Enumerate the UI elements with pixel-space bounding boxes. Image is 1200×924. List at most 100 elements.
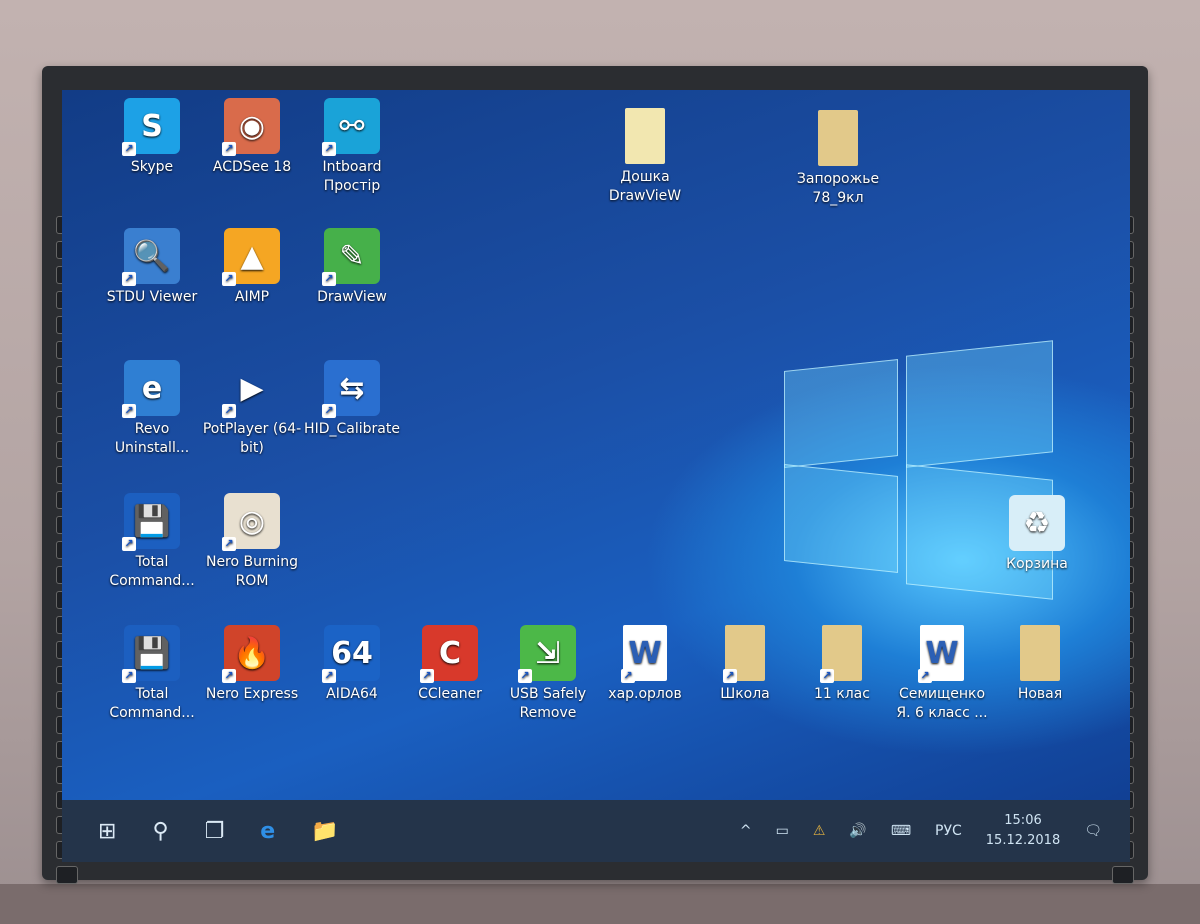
app-icon: ◎ ↗	[222, 493, 280, 551]
desktop-icon-label: STDU Viewer	[106, 289, 198, 305]
desktop-icon[interactable]: 💾 ↗ Total Command...	[102, 625, 202, 723]
desktop-icon[interactable]: ◉ ↗ ACDSee 18	[202, 98, 302, 177]
shortcut-arrow-icon: ↗	[222, 142, 236, 156]
time: 15:06	[1004, 813, 1042, 828]
folder-icon	[1020, 625, 1060, 681]
app-icon: ⇆ ↗	[322, 360, 380, 418]
desktop-icon-label: DrawView	[317, 289, 387, 305]
desktop-icon[interactable]: ▶ ↗ PotPlayer (64-bit)	[202, 360, 302, 458]
file-explorer-icon[interactable]: 📁	[311, 819, 338, 844]
shortcut-arrow-icon: ↗	[222, 404, 236, 418]
desktop-icon-label: USB Safely Remove	[509, 686, 587, 721]
desktop-icon-label: хар.орлов	[608, 686, 682, 702]
desktop-icon-label: 11 клас	[814, 686, 870, 702]
shortcut-arrow-icon: ↗	[322, 272, 336, 286]
shortcut-arrow-icon: ↗	[918, 669, 932, 683]
desktop-icon-label: AIDA64	[326, 686, 378, 702]
desktop-icon[interactable]: ↗ Школа	[695, 625, 795, 704]
desktop-icon-label: Семищенко Я. 6 класс ...	[896, 686, 988, 721]
desktop-icon[interactable]: ⇲ ↗ USB Safely Remove	[498, 625, 598, 723]
app-icon: ◉ ↗	[222, 98, 280, 156]
app-icon: S ↗	[122, 98, 180, 156]
shortcut-arrow-icon: ↗	[222, 272, 236, 286]
folder-icon	[818, 110, 858, 166]
whiteboard-hardware-button[interactable]	[56, 866, 78, 884]
desktop-icon[interactable]: ▲ ↗ AIMP	[202, 228, 302, 307]
clock[interactable]: 15:06 15.12.2018	[986, 811, 1060, 851]
logo-pane	[784, 359, 898, 468]
shortcut-arrow-icon: ↗	[621, 669, 635, 683]
language-indicator[interactable]: РУС	[935, 823, 962, 839]
desktop-icon[interactable]: ◎ ↗ Nero Burning ROM	[202, 493, 302, 591]
shortcut-arrow-icon: ↗	[122, 142, 136, 156]
task-view-button[interactable]: ❐	[205, 819, 225, 844]
desktop-icon-label: Корзина	[1006, 556, 1068, 572]
app-icon: ⇲ ↗	[518, 625, 576, 683]
app-icon: 💾 ↗	[122, 493, 180, 551]
app-icon: ▶ ↗	[222, 360, 280, 418]
app-icon: ✎ ↗	[322, 228, 380, 286]
desktop-icon-label: Skype	[130, 159, 174, 175]
desktop-icon-label: Новая	[1017, 686, 1063, 702]
desktop-icon-label: AIMP	[234, 289, 270, 305]
edge-icon[interactable]: e	[260, 819, 275, 844]
desktop-icon[interactable]: ♻ Корзина	[987, 495, 1087, 574]
app-icon: ⚯ ↗	[322, 98, 380, 156]
shortcut-arrow-icon: ↗	[222, 537, 236, 551]
desktop-icon[interactable]: 🔥 ↗ Nero Express	[202, 625, 302, 704]
app-icon: ▲ ↗	[222, 228, 280, 286]
desktop-icon[interactable]: 🔍 ↗ STDU Viewer	[102, 228, 202, 307]
search-button[interactable]: ⚲	[152, 819, 168, 844]
shortcut-arrow-icon: ↗	[723, 669, 737, 683]
desktop-icon[interactable]: 💾 ↗ Total Command...	[102, 493, 202, 591]
volume-icon[interactable]: 🔊	[849, 823, 866, 839]
shortcut-arrow-icon: ↗	[322, 669, 336, 683]
app-icon: 🔥 ↗	[222, 625, 280, 683]
app-icon: 💾 ↗	[122, 625, 180, 683]
battery-icon[interactable]: ▭	[776, 823, 789, 839]
desktop-icon[interactable]: W ↗ Семищенко Я. 6 класс ...	[892, 625, 992, 723]
show-hidden-icons-button[interactable]: ^	[740, 823, 752, 839]
shortcut-arrow-icon: ↗	[122, 272, 136, 286]
shortcut-arrow-icon: ↗	[122, 404, 136, 418]
desktop-icon-label: Nero Express	[205, 686, 299, 702]
shortcut-arrow-icon: ↗	[122, 537, 136, 551]
desktop-icon[interactable]: W ↗ хар.орлов	[595, 625, 695, 704]
shortcut-arrow-icon: ↗	[222, 669, 236, 683]
desktop-icon-label: CCleaner	[418, 686, 482, 702]
logo-pane	[906, 340, 1053, 468]
desktop-icon[interactable]: ⚯ ↗ Intboard Простір	[302, 98, 402, 196]
desktop-icon[interactable]: ↗ 11 клас	[792, 625, 892, 704]
system-tray: ^ ▭ ⚠ 🔊 ⌨ РУС 15:06 15.12.2018 🗨	[740, 811, 1102, 851]
desktop-icon[interactable]: Запорожье 78_9кл	[788, 110, 888, 208]
app-icon: C ↗	[420, 625, 478, 683]
folder-icon	[625, 108, 665, 164]
shortcut-arrow-icon: ↗	[820, 669, 834, 683]
notifications-icon[interactable]: 🗨	[1084, 823, 1102, 839]
desktop-icon[interactable]: Дошка DrawVieW	[595, 108, 695, 206]
desktop-icon[interactable]: ✎ ↗ DrawView	[302, 228, 402, 307]
app-icon: 🔍 ↗	[122, 228, 180, 286]
desktop-icon-label: Intboard Простір	[322, 159, 382, 194]
shortcut-arrow-icon: ↗	[420, 669, 434, 683]
shortcut-arrow-icon: ↗	[122, 669, 136, 683]
desktop-icon[interactable]: Новая	[990, 625, 1090, 704]
desktop-icon[interactable]: e ↗ Revo Uninstall...	[102, 360, 202, 458]
desktop-icon-label: Total Command...	[109, 686, 195, 721]
desktop-icon-label: Запорожье 78_9кл	[796, 171, 880, 206]
desktop-icon[interactable]: 64 ↗ AIDA64	[302, 625, 402, 704]
desktop-icon-label: Total Command...	[109, 554, 195, 589]
desktop-icon-label: Nero Burning ROM	[205, 554, 299, 589]
desktop-icon[interactable]: S ↗ Skype	[102, 98, 202, 177]
desktop-icon-label: HID_Calibrate	[304, 421, 400, 437]
desktop-icon[interactable]: ⇆ ↗ HID_Calibrate	[302, 360, 402, 439]
desktop-icon[interactable]: C ↗ CCleaner	[400, 625, 500, 704]
shortcut-arrow-icon: ↗	[322, 142, 336, 156]
desktop-icon-label: PotPlayer (64-bit)	[202, 421, 302, 456]
whiteboard-hardware-button[interactable]	[1112, 866, 1134, 884]
start-button[interactable]: ⊞	[98, 819, 116, 844]
network-icon[interactable]: ⚠	[813, 823, 826, 839]
word-document-icon: W ↗	[621, 625, 667, 683]
word-document-icon: W ↗	[918, 625, 964, 683]
touch-keyboard-icon[interactable]: ⌨	[891, 823, 911, 839]
